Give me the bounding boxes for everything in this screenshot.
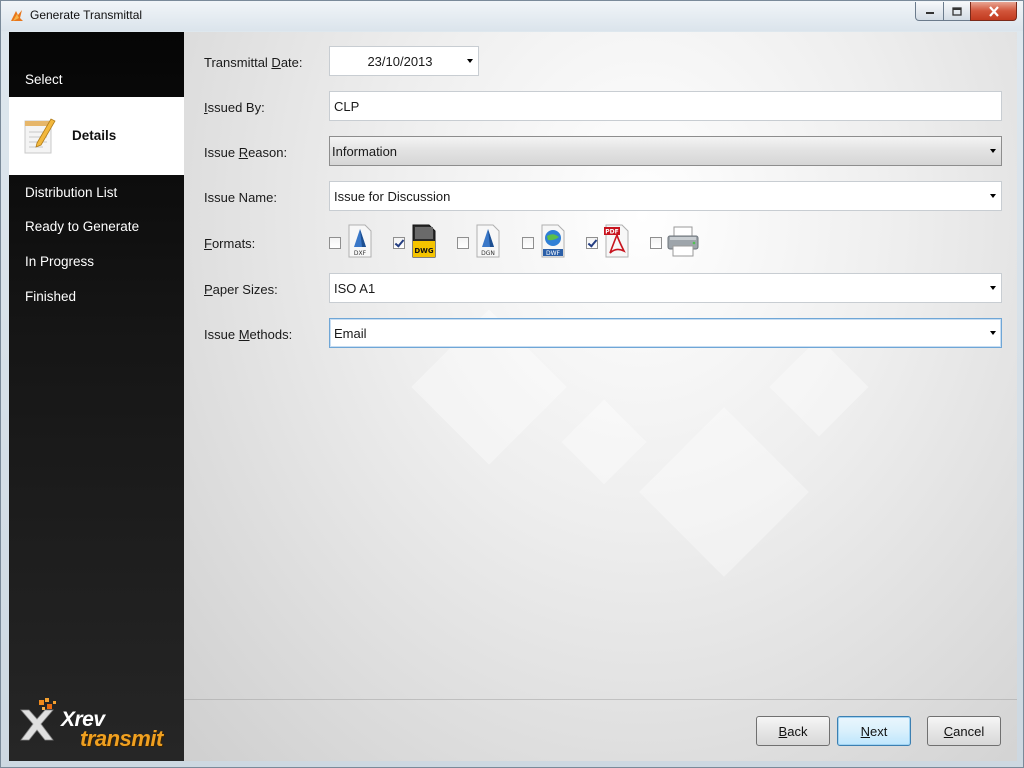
issue-methods-combo[interactable]: Email bbox=[329, 318, 1002, 348]
issued-by-input[interactable]: CLP bbox=[329, 91, 1002, 121]
issued-by-value: CLP bbox=[334, 98, 360, 114]
formats-group: DXF DWG DGN DWF PDF bbox=[329, 223, 729, 261]
minimize-icon bbox=[925, 12, 934, 14]
dwf-file-icon[interactable]: DWF bbox=[538, 223, 568, 259]
pdf-file-icon[interactable]: PDF bbox=[602, 223, 632, 259]
transmittal-date-label: Transmittal Date: bbox=[204, 55, 303, 70]
formats-label: Formats: bbox=[204, 236, 256, 251]
app-icon bbox=[11, 10, 23, 21]
paper-sizes-combo[interactable]: ISO A1 bbox=[329, 273, 1002, 303]
sidebar-item-select[interactable]: Select bbox=[25, 72, 63, 87]
format-dxf-checkbox[interactable] bbox=[329, 237, 341, 249]
format-dwg-checkbox[interactable] bbox=[393, 237, 405, 249]
notepad-pencil-icon bbox=[24, 118, 56, 154]
chevron-down-icon[interactable] bbox=[990, 286, 996, 290]
issue-methods-value: Email bbox=[334, 325, 367, 341]
transmittal-date-value: 23/10/2013 bbox=[367, 53, 433, 69]
generate-transmittal-window: Generate Transmittal Select Details Dist… bbox=[0, 0, 1024, 768]
chevron-down-icon[interactable] bbox=[990, 194, 996, 198]
maximize-icon bbox=[952, 6, 962, 16]
details-panel: Transmittal Date: 23/10/2013 Issued By: … bbox=[184, 32, 1017, 761]
sidebar-item-ready-to-generate[interactable]: Ready to Generate bbox=[25, 219, 139, 234]
background-shape bbox=[769, 337, 869, 437]
back-button[interactable]: Back bbox=[756, 716, 830, 746]
format-pdf-checkbox[interactable] bbox=[586, 237, 598, 249]
xrev-transmit-logo: Xrev transmit bbox=[17, 692, 182, 757]
issued-by-label: Issued By: bbox=[204, 100, 265, 115]
chevron-down-icon[interactable] bbox=[990, 331, 996, 335]
close-icon bbox=[988, 5, 999, 17]
issue-name-value: Issue for Discussion bbox=[334, 188, 451, 204]
svg-text:DGN: DGN bbox=[481, 250, 495, 257]
printer-icon[interactable] bbox=[666, 223, 700, 259]
wizard-sidebar: Select Details Distribution List Ready t… bbox=[9, 32, 193, 761]
sidebar-item-finished[interactable]: Finished bbox=[25, 289, 76, 304]
minimize-button[interactable] bbox=[915, 2, 944, 21]
sidebar-item-distribution-list[interactable]: Distribution List bbox=[25, 185, 117, 200]
chevron-down-icon[interactable] bbox=[467, 59, 473, 63]
sidebar-item-details[interactable]: Details bbox=[9, 97, 193, 175]
cancel-button[interactable]: Cancel bbox=[927, 716, 1001, 746]
background-shape bbox=[639, 407, 809, 577]
issue-reason-select[interactable]: Information bbox=[329, 136, 1002, 166]
format-print-checkbox[interactable] bbox=[650, 237, 662, 249]
xrev-logo-icon bbox=[20, 698, 56, 741]
title-bar[interactable]: Generate Transmittal bbox=[1, 1, 1023, 31]
format-dwf-checkbox[interactable] bbox=[522, 237, 534, 249]
svg-text:DWG: DWG bbox=[414, 247, 434, 255]
next-button[interactable]: Next bbox=[837, 716, 911, 746]
background-shape bbox=[561, 399, 647, 485]
sidebar-item-in-progress[interactable]: In Progress bbox=[25, 254, 94, 269]
issue-reason-label: Issue Reason: bbox=[204, 145, 288, 160]
window-title: Generate Transmittal bbox=[30, 8, 143, 22]
sidebar-item-label: Details bbox=[72, 128, 117, 143]
svg-text:DXF: DXF bbox=[354, 250, 367, 257]
svg-text:DWF: DWF bbox=[546, 250, 561, 257]
dxf-file-icon[interactable]: DXF bbox=[345, 223, 375, 259]
close-button[interactable] bbox=[970, 2, 1017, 21]
format-dgn-checkbox[interactable] bbox=[457, 237, 469, 249]
transmittal-date-picker[interactable]: 23/10/2013 bbox=[329, 46, 479, 76]
dwg-file-icon[interactable]: DWG bbox=[409, 223, 439, 259]
issue-reason-value: Information bbox=[332, 143, 398, 159]
footer-divider bbox=[184, 699, 1017, 700]
paper-sizes-label: Paper Sizes: bbox=[204, 282, 278, 297]
maximize-button[interactable] bbox=[943, 2, 971, 21]
dgn-file-icon[interactable]: DGN bbox=[473, 223, 503, 259]
issue-name-combo[interactable]: Issue for Discussion bbox=[329, 181, 1002, 211]
logo-text-transmit: transmit bbox=[80, 726, 163, 751]
issue-methods-label: Issue Methods: bbox=[204, 327, 293, 342]
chevron-down-icon[interactable] bbox=[990, 149, 996, 153]
paper-sizes-value: ISO A1 bbox=[334, 280, 376, 296]
issue-name-label: Issue Name: bbox=[204, 190, 277, 205]
